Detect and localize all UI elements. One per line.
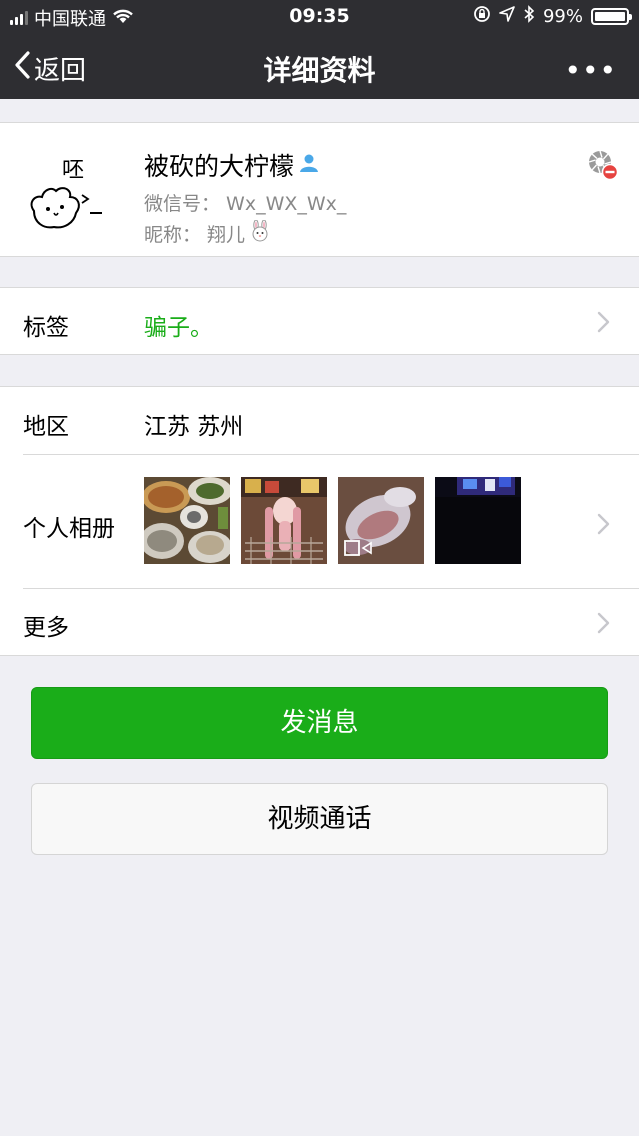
nickname: 昵称： 翔儿 <box>144 224 246 246</box>
album-photo-toy[interactable] <box>241 477 327 564</box>
divider <box>23 588 639 589</box>
bluetooth-icon <box>523 5 535 28</box>
album-label: 个人相册 <box>23 516 115 542</box>
battery-icon <box>591 8 632 25</box>
chevron-right-icon <box>597 513 610 535</box>
album-thumbnails <box>144 477 521 564</box>
nickname-row: 昵称： 翔儿 <box>144 219 271 247</box>
tags-value: 骗子。 <box>144 315 213 341</box>
send-message-button[interactable]: 发消息 <box>31 687 608 759</box>
chevron-right-icon <box>597 612 610 634</box>
wechat-id: 微信号： Wx_WX_Wx_ <box>144 193 347 215</box>
avatar-text: 呸 <box>62 158 84 183</box>
battery-fill <box>595 12 625 21</box>
info-card: 地区 江苏 苏州 个人相册 更多 <box>0 386 639 656</box>
tags-row[interactable]: 标签 骗子。 <box>0 287 639 355</box>
status-right: 99% <box>473 5 632 28</box>
battery-percent: 99% <box>542 6 583 27</box>
moments-blocked-icon <box>587 149 619 181</box>
profile-card: 呸 被砍的大柠檬 微信号： Wx_WX_Wx_ 昵称： 翔儿 <box>0 122 639 257</box>
page-title: 详细资料 <box>263 54 376 87</box>
region-value: 江苏 苏州 <box>144 414 244 440</box>
region-label: 地区 <box>23 414 69 440</box>
video-call-button[interactable]: 视频通话 <box>31 783 608 855</box>
location-icon <box>499 6 515 27</box>
chevron-right-icon <box>597 311 610 333</box>
tags-label: 标签 <box>23 315 69 341</box>
status-bar: 中国联通 09:35 99% <box>0 0 639 32</box>
profile-name-row: 被砍的大柠檬 <box>144 147 320 183</box>
album-photo-food[interactable] <box>144 477 230 564</box>
more-options-icon[interactable]: ••• <box>564 54 617 87</box>
avatar[interactable]: 呸 <box>24 143 118 237</box>
orientation-lock-icon <box>473 5 491 28</box>
divider <box>23 454 639 455</box>
album-video-thumbnail[interactable] <box>338 477 424 564</box>
contact-person-icon <box>298 151 320 180</box>
navigation-bar: 返回 详细资料 ••• <box>0 32 639 99</box>
album-photo-dark[interactable] <box>435 477 521 564</box>
bunny-icon <box>249 219 271 247</box>
more-label: 更多 <box>23 615 69 641</box>
profile-name: 被砍的大柠檬 <box>144 152 295 181</box>
